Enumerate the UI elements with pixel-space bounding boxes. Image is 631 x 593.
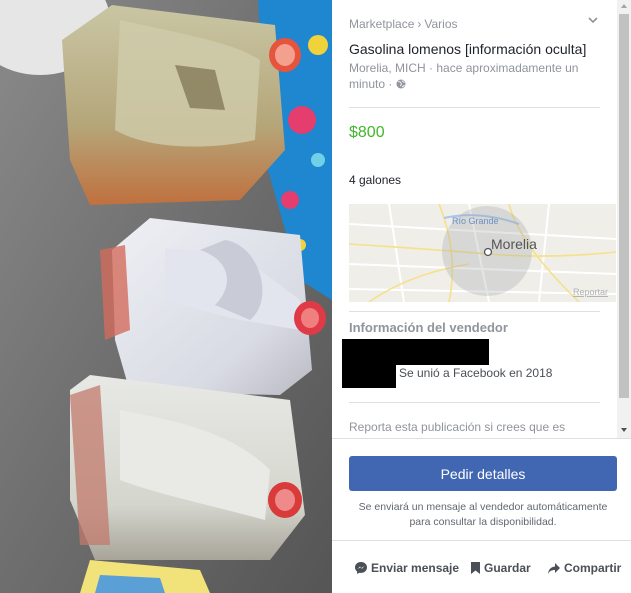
listing-photo[interactable] [0, 0, 332, 593]
ask-details-note: Se enviará un mensaje al vendedor automá… [358, 501, 608, 528]
action-bar: Enviar mensaje Guardar Compartir [354, 561, 624, 577]
redacted-seller-name [342, 339, 489, 365]
location-map[interactable]: Río Grande Morelia Reportar [349, 204, 616, 302]
report-listing-text[interactable]: Reporta esta publicación si crees que es [349, 420, 565, 434]
divider [349, 107, 600, 108]
map-city-label: Morelia [491, 236, 537, 252]
breadcrumb-category[interactable]: Varios [424, 17, 457, 31]
breadcrumb: Marketplace › Varios [349, 17, 458, 31]
listing-location[interactable]: Morelia, MICH [349, 61, 426, 75]
seller-info-heading: Información del vendedor [349, 320, 508, 335]
messenger-icon [355, 562, 367, 574]
breadcrumb-separator: › [417, 17, 422, 31]
save-label: Guardar [484, 561, 531, 575]
map-report-link[interactable]: Reportar [573, 287, 608, 297]
listing-meta: Morelia, MICH · hace aproximadamente un … [349, 61, 579, 91]
seller-joined-date: Se unió a Facebook en 2018 [399, 366, 553, 380]
share-action[interactable]: Compartir [547, 561, 621, 575]
scroll-up-arrow-icon[interactable] [621, 4, 627, 8]
map-river-label: Río Grande [452, 216, 499, 226]
divider [349, 402, 600, 403]
scrollbar-thumb[interactable] [619, 14, 629, 398]
share-arrow-icon [548, 562, 560, 574]
details-scroll-area[interactable]: Marketplace › Varios Gasolina lomenos [inf… [332, 0, 616, 438]
send-message-action[interactable]: Enviar mensaje [354, 561, 459, 575]
breadcrumb-marketplace[interactable]: Marketplace [349, 17, 414, 31]
footer-divider [332, 438, 631, 439]
globe-icon [396, 79, 406, 89]
listing-price: $800 [349, 124, 385, 141]
listing-description: 4 galones [349, 173, 402, 187]
chevron-down-icon[interactable] [587, 14, 599, 26]
share-label: Compartir [564, 561, 622, 575]
ask-details-button[interactable]: Pedir detalles [349, 456, 617, 491]
send-message-label: Enviar mensaje [371, 561, 460, 575]
bookmark-icon [471, 562, 480, 574]
listing-title: Gasolina lomenos [información oculta] [349, 41, 587, 57]
scroll-down-arrow-icon[interactable] [621, 428, 627, 432]
actions-divider [332, 540, 631, 541]
divider [349, 311, 600, 312]
gas-cans-image [0, 0, 332, 593]
save-action[interactable]: Guardar [470, 561, 531, 575]
listing-details-panel: Marketplace › Varios Gasolina lomenos [inf… [332, 0, 631, 593]
